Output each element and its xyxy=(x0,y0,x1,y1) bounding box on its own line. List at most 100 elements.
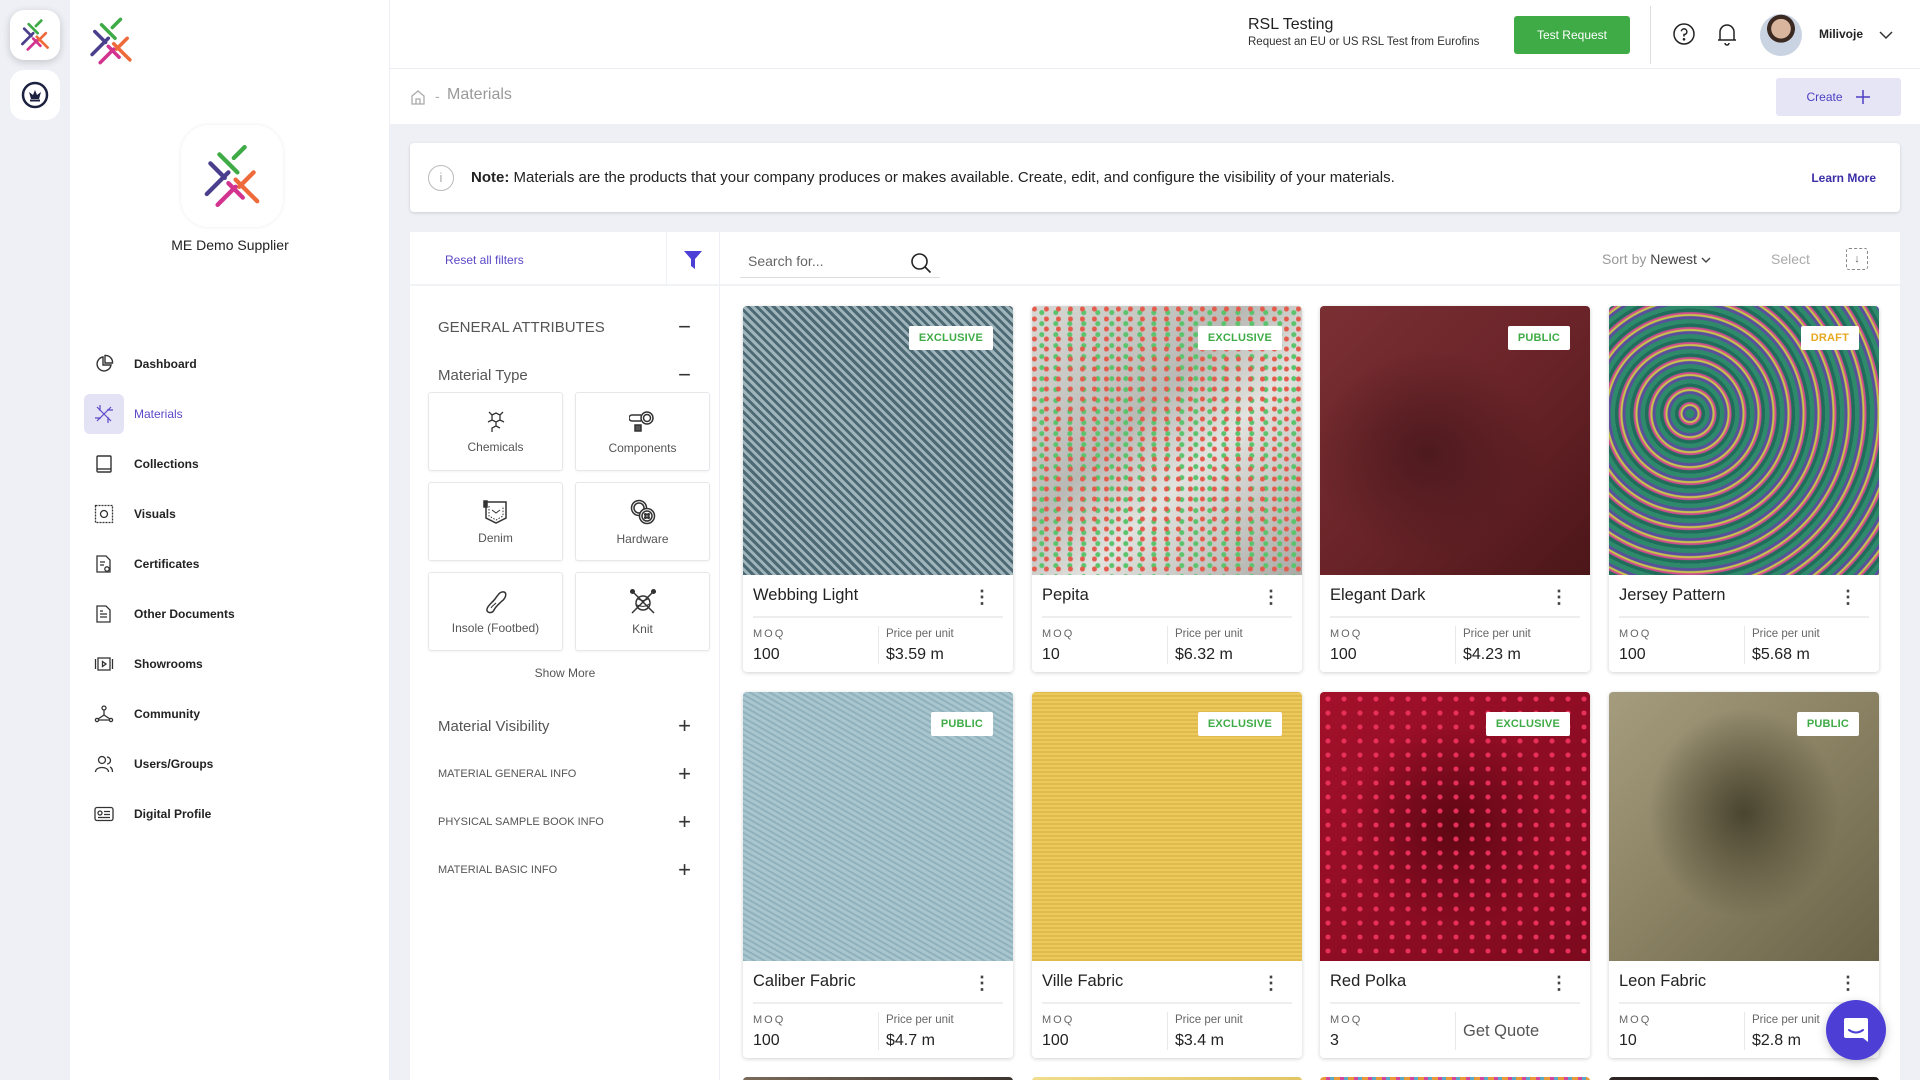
material-card[interactable]: EXCLUSIVE Red Polka ⋮ MOQ 3 Get Quote xyxy=(1320,692,1590,1058)
type-denim[interactable]: Denim xyxy=(428,482,563,561)
plus-icon[interactable]: + xyxy=(678,715,691,737)
general-attributes-section[interactable]: GENERAL ATTRIBUTES − xyxy=(438,316,691,338)
material-basic-info-section[interactable]: MATERIAL BASIC INFO + xyxy=(438,859,691,881)
material-image[interactable]: PUBLIC xyxy=(743,692,1013,961)
material-card[interactable]: PUBLIC Leon Fabric ⋮ MOQ 10 Price per un… xyxy=(1609,692,1879,1058)
breadcrumb-separator: - xyxy=(435,88,440,104)
search-icon[interactable] xyxy=(910,252,932,279)
home-icon[interactable] xyxy=(410,89,426,110)
sort-dropdown[interactable]: Sort by Newest xyxy=(1602,251,1711,267)
material-card[interactable]: EXCLUSIVE Webbing Light ⋮ MOQ 100 Price … xyxy=(743,306,1013,672)
plus-icon[interactable]: + xyxy=(678,859,691,881)
moq-label: MOQ xyxy=(753,1014,786,1026)
minus-icon[interactable]: − xyxy=(678,364,691,386)
moq-label: MOQ xyxy=(1619,628,1652,640)
more-options-icon[interactable]: ⋮ xyxy=(1262,974,1280,992)
card-divider xyxy=(753,1002,1003,1004)
page-scrollbar[interactable] xyxy=(1903,232,1920,1080)
material-card[interactable]: PUBLIC Caliber Fabric ⋮ MOQ 100 Price pe… xyxy=(743,692,1013,1058)
type-components[interactable]: Components xyxy=(575,392,710,471)
create-button[interactable]: Create xyxy=(1776,78,1901,116)
material-image[interactable]: DRAFT xyxy=(1609,306,1879,575)
material-name[interactable]: Pepita xyxy=(1042,586,1089,605)
sidebar-item-showrooms[interactable]: Showrooms xyxy=(84,639,374,689)
learn-more-link[interactable]: Learn More xyxy=(1811,171,1876,185)
note-body: Materials are the products that your com… xyxy=(509,169,1395,186)
material-type-section[interactable]: Material Type − xyxy=(438,364,691,386)
material-name[interactable]: Jersey Pattern xyxy=(1619,586,1725,605)
type-hardware[interactable]: Hardware xyxy=(575,482,710,561)
sidebar-item-digital-profile[interactable]: Digital Profile xyxy=(84,789,374,839)
sidebar-item-collections[interactable]: Collections xyxy=(84,439,374,489)
material-image[interactable]: PUBLIC xyxy=(1320,306,1590,575)
download-icon[interactable]: ↓ xyxy=(1846,248,1868,270)
show-more-link[interactable]: Show More xyxy=(410,666,720,680)
material-name[interactable]: Leon Fabric xyxy=(1619,972,1706,991)
chat-launcher[interactable] xyxy=(1826,1000,1886,1060)
material-image[interactable]: EXCLUSIVE xyxy=(1320,692,1590,961)
material-card[interactable]: PUBLIC Elegant Dark ⋮ MOQ 100 Price per … xyxy=(1320,306,1590,672)
rail-premium-button[interactable] xyxy=(10,70,60,120)
material-name[interactable]: Elegant Dark xyxy=(1330,586,1425,605)
material-card[interactable]: DRAFT Jersey Pattern ⋮ MOQ 100 Price per… xyxy=(1609,306,1879,672)
minus-icon[interactable]: − xyxy=(678,316,691,338)
filters-panel: Reset all filters GENERAL ATTRIBUTES − M… xyxy=(410,232,720,1080)
type-chemicals[interactable]: Chemicals xyxy=(428,392,563,471)
sidebar-item-users-groups[interactable]: Users/Groups xyxy=(84,739,374,789)
more-options-icon[interactable]: ⋮ xyxy=(1839,588,1857,606)
select-button[interactable]: Select xyxy=(1771,251,1810,267)
test-request-button[interactable]: Test Request xyxy=(1514,16,1630,54)
material-image[interactable]: EXCLUSIVE xyxy=(1032,306,1302,575)
material-name[interactable]: Ville Fabric xyxy=(1042,972,1123,991)
material-name[interactable]: Red Polka xyxy=(1330,972,1406,991)
sidebar-item-community[interactable]: Community xyxy=(84,689,374,739)
sidebar-item-materials[interactable]: Materials xyxy=(84,389,374,439)
reset-filters-link[interactable]: Reset all filters xyxy=(445,253,524,267)
more-options-icon[interactable]: ⋮ xyxy=(973,588,991,606)
plus-icon[interactable]: + xyxy=(678,811,691,833)
sidebar-item-other-documents[interactable]: Other Documents xyxy=(84,589,374,639)
user-name[interactable]: Milivoje xyxy=(1819,27,1863,41)
breadcrumb-current: Materials xyxy=(447,86,512,103)
section-label: MATERIAL BASIC INFO xyxy=(438,864,558,876)
physical-sample-book-info-section[interactable]: PHYSICAL SAMPLE BOOK INFO + xyxy=(438,811,691,833)
moq-value: 100 xyxy=(1042,1032,1069,1049)
sidebar-item-certificates[interactable]: Certificates xyxy=(84,539,374,589)
type-knit[interactable]: Knit xyxy=(575,572,710,651)
plus-icon xyxy=(1855,90,1870,104)
more-options-icon[interactable]: ⋮ xyxy=(1550,588,1568,606)
get-quote-button[interactable]: Get Quote xyxy=(1463,1022,1539,1041)
material-general-info-section[interactable]: MATERIAL GENERAL INFO + xyxy=(438,763,691,785)
rail-app-button[interactable] xyxy=(10,10,60,60)
user-avatar[interactable] xyxy=(1760,14,1802,56)
sidebar-item-visuals[interactable]: Visuals xyxy=(84,489,374,539)
more-options-icon[interactable]: ⋮ xyxy=(1262,588,1280,606)
material-type-label: Material Type xyxy=(438,366,528,384)
search-box xyxy=(740,246,940,278)
chevron-down-icon[interactable] xyxy=(1879,27,1893,45)
material-image[interactable]: EXCLUSIVE xyxy=(743,306,1013,575)
more-options-icon[interactable]: ⋮ xyxy=(1550,974,1568,992)
help-icon[interactable] xyxy=(1672,22,1696,51)
type-insole[interactable]: Insole (Footbed) xyxy=(428,572,563,651)
type-label: Chemicals xyxy=(467,439,524,454)
filter-icon[interactable] xyxy=(683,250,703,275)
material-image[interactable]: PUBLIC xyxy=(1609,692,1879,961)
material-card[interactable]: EXCLUSIVE Ville Fabric ⋮ MOQ 100 Price p… xyxy=(1032,692,1302,1058)
search-input[interactable] xyxy=(740,246,900,276)
card-divider xyxy=(1619,1002,1869,1004)
price-value: $2.8 m xyxy=(1752,1032,1801,1049)
material-image[interactable]: EXCLUSIVE xyxy=(1032,692,1302,961)
more-options-icon[interactable]: ⋮ xyxy=(1839,974,1857,992)
material-visibility-section[interactable]: Material Visibility + xyxy=(438,715,691,737)
plus-icon[interactable]: + xyxy=(678,763,691,785)
moq-label: MOQ xyxy=(1042,628,1075,640)
material-name[interactable]: Caliber Fabric xyxy=(753,972,856,991)
sidebar-item-dashboard[interactable]: Dashboard xyxy=(84,339,374,389)
material-name[interactable]: Webbing Light xyxy=(753,586,858,605)
more-options-icon[interactable]: ⋮ xyxy=(973,974,991,992)
material-card[interactable]: EXCLUSIVE Pepita ⋮ MOQ 10 Price per unit… xyxy=(1032,306,1302,672)
moq-value: 100 xyxy=(753,646,780,663)
brand-logo[interactable] xyxy=(84,14,138,73)
bell-icon[interactable] xyxy=(1716,22,1738,51)
